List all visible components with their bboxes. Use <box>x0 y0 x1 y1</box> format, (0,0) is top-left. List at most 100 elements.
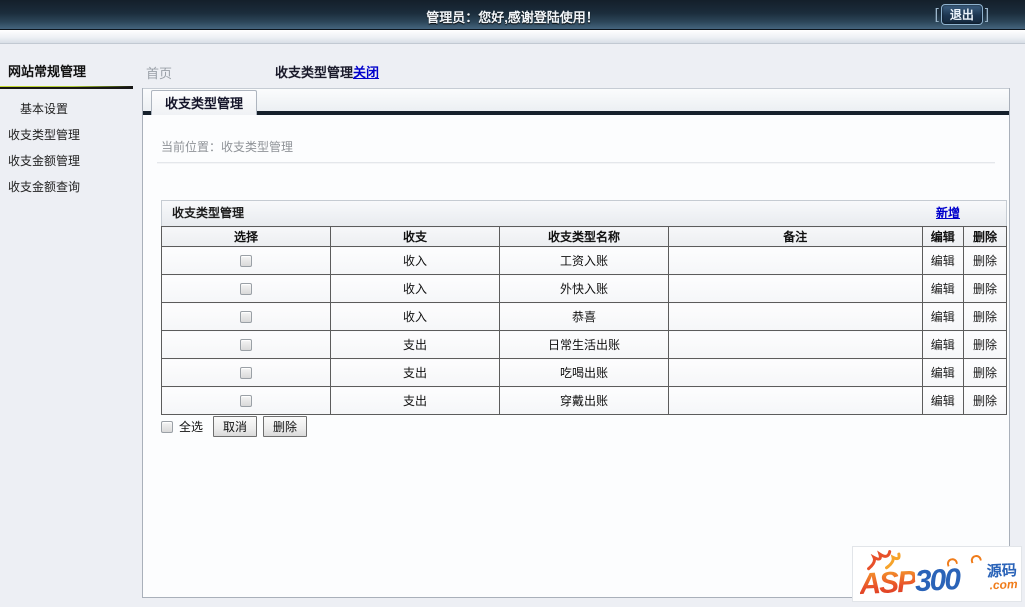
select-all-label: 全选 <box>179 420 204 434</box>
delete-button[interactable]: 删除 <box>263 416 308 437</box>
row-checkbox[interactable] <box>240 395 252 408</box>
select-all-checkbox[interactable] <box>161 420 173 433</box>
sidebar: 网站常规管理 基本设置 收支类型管理 收支金额管理 收支金额查询 <box>0 44 142 607</box>
section-header: 收支类型管理 新增 <box>161 200 1007 226</box>
cell-name: 日常生活出账 <box>499 330 669 359</box>
cell-name: 穿戴出账 <box>499 386 669 415</box>
type-table: 选择 收支 收支类型名称 备注 编辑 删除 收入 工资入账 编辑 删除 收入 外快入账 编辑… <box>161 226 1008 415</box>
top-bar: 管理员：您好,感谢登陆使用！ [ 退出 ] <box>0 0 1025 30</box>
delete-link[interactable]: 删除 <box>973 394 997 408</box>
cell-note <box>668 274 923 303</box>
table-row: 支出 吃喝出账 编辑 删除 <box>161 358 1008 387</box>
column-header-edit: 编辑 <box>921 226 964 247</box>
edit-link[interactable]: 编辑 <box>931 338 955 352</box>
table-row: 支出 穿戴出账 编辑 删除 <box>161 386 1008 415</box>
footer-controls: 全选 取消 删除 <box>161 416 308 437</box>
cell-type: 收入 <box>330 246 500 275</box>
edit-link[interactable]: 编辑 <box>931 282 955 296</box>
cell-delete: 删除 <box>962 302 1008 331</box>
sub-bar <box>0 30 1025 44</box>
tab-income-expense-type[interactable]: 收支类型管理 <box>151 90 258 115</box>
cell-name: 恭喜 <box>499 302 669 331</box>
location-divider <box>157 162 995 164</box>
asp300-watermark: ASP300 源码 .com <box>852 546 1022 602</box>
cell-note <box>668 302 923 331</box>
cell-delete: 删除 <box>962 386 1008 415</box>
row-checkbox[interactable] <box>240 311 252 324</box>
cell-name: 吃喝出账 <box>499 358 669 387</box>
cell-select <box>161 246 331 275</box>
cell-select <box>161 330 331 359</box>
cell-name: 外快入账 <box>499 274 669 303</box>
cell-note <box>668 330 923 359</box>
brand-text: ASP300 <box>858 562 960 602</box>
edit-link[interactable]: 编辑 <box>931 366 955 380</box>
cell-delete: 删除 <box>962 358 1008 387</box>
edit-link[interactable]: 编辑 <box>931 394 955 408</box>
cell-select <box>161 302 331 331</box>
cancel-button[interactable]: 取消 <box>213 416 258 437</box>
table-header-row: 选择 收支 收支类型名称 备注 编辑 删除 <box>161 226 1008 247</box>
delete-link[interactable]: 删除 <box>973 366 997 380</box>
logout-button[interactable]: 退出 <box>940 4 983 25</box>
brand-asp: ASP <box>858 565 916 602</box>
sidebar-item-amount-query[interactable]: 收支金额查询 <box>0 176 140 198</box>
cell-edit: 编辑 <box>921 386 964 415</box>
breadcrumb-home[interactable]: 首页 <box>146 63 172 82</box>
cell-delete: 删除 <box>962 246 1008 275</box>
close-link[interactable]: 关闭 <box>353 65 379 80</box>
edit-link[interactable]: 编辑 <box>931 310 955 324</box>
cell-select <box>161 386 331 415</box>
table-row: 收入 工资入账 编辑 删除 <box>161 246 1008 275</box>
cell-edit: 编辑 <box>921 246 964 275</box>
table-row: 支出 日常生活出账 编辑 删除 <box>161 330 1008 359</box>
column-header-name: 收支类型名称 <box>499 226 669 247</box>
row-checkbox[interactable] <box>240 367 252 380</box>
section-title: 收支类型管理 <box>172 206 245 220</box>
current-location-text: 当前位置：收支类型管理 <box>161 140 294 154</box>
cell-edit: 编辑 <box>921 302 964 331</box>
cell-type: 收入 <box>330 302 500 331</box>
delete-link[interactable]: 删除 <box>973 338 997 352</box>
cell-edit: 编辑 <box>921 274 964 303</box>
table-body: 收入 工资入账 编辑 删除 收入 外快入账 编辑 删除 收入 恭喜 编辑 删除 支出 日常生活出账 编辑 删除… <box>161 246 1008 415</box>
cell-name: 工资入账 <box>499 246 669 275</box>
sidebar-title: 网站常规管理 <box>8 64 87 79</box>
delete-link[interactable]: 删除 <box>973 254 997 268</box>
breadcrumb-current: 收支类型管理关闭 <box>275 62 379 81</box>
cell-edit: 编辑 <box>921 330 964 359</box>
row-checkbox[interactable] <box>240 339 252 352</box>
column-header-select: 选择 <box>161 226 331 247</box>
sidebar-item-amount-management[interactable]: 收支金额管理 <box>0 150 140 172</box>
cell-type: 支出 <box>330 330 500 359</box>
table-row: 收入 恭喜 编辑 删除 <box>161 302 1008 331</box>
type-management-section: 收支类型管理 新增 选择 收支 收支类型名称 备注 编辑 删除 收入 工资入账 编辑… <box>161 200 1008 415</box>
column-header-delete: 删除 <box>962 226 1008 247</box>
edit-link[interactable]: 编辑 <box>931 254 955 268</box>
flame-arc <box>969 553 982 564</box>
delete-link[interactable]: 删除 <box>973 282 997 296</box>
cell-edit: 编辑 <box>921 358 964 387</box>
add-link[interactable]: 新增 <box>936 201 960 226</box>
cell-note <box>668 246 923 275</box>
cell-delete: 删除 <box>962 274 1008 303</box>
sidebar-item-basic-settings[interactable]: 基本设置 <box>0 98 140 120</box>
brand-com: .com <box>989 576 1018 593</box>
logout-wrap: [ 退出 ] <box>935 4 989 25</box>
page-title: 收支类型管理 <box>275 65 354 80</box>
tab-strip-underline <box>143 111 1009 115</box>
delete-link[interactable]: 删除 <box>973 310 997 324</box>
brand-300: 300 <box>914 562 960 599</box>
sidebar-item-type-management[interactable]: 收支类型管理 <box>0 124 140 146</box>
row-checkbox[interactable] <box>240 255 252 268</box>
logout-bracket-left: [ <box>934 5 939 23</box>
welcome-text: 管理员：您好,感谢登陆使用！ <box>426 10 599 25</box>
row-checkbox[interactable] <box>240 283 252 296</box>
cell-select <box>161 358 331 387</box>
tab-strip: 收支类型管理 <box>143 88 1009 115</box>
cell-select <box>161 274 331 303</box>
table-row: 收入 外快入账 编辑 删除 <box>161 274 1008 303</box>
column-header-type: 收支 <box>330 226 500 247</box>
cell-type: 支出 <box>330 386 500 415</box>
cell-note <box>668 386 923 415</box>
